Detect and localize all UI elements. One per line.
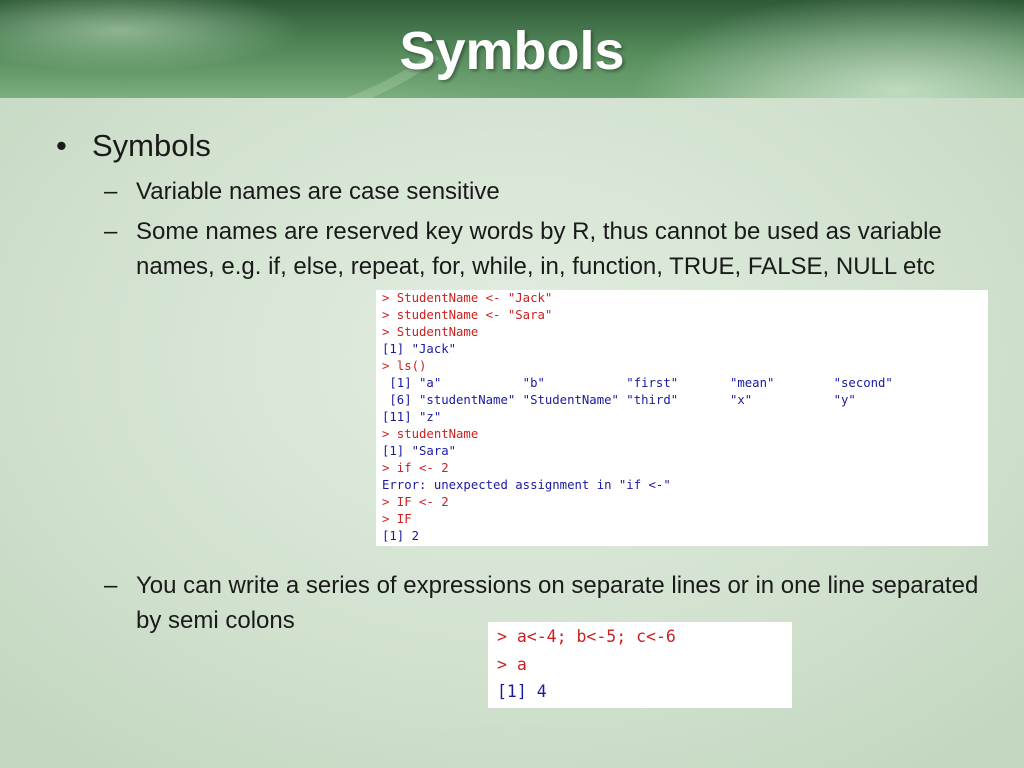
console-line: > IF xyxy=(382,512,412,526)
bullet-dot-icon: • xyxy=(56,128,67,163)
slide-header: Symbols xyxy=(0,0,1024,98)
console-line: > StudentName <- "Jack" xyxy=(382,291,553,305)
r-console-screenshot-2: > a<-4; b<-5; c<-6 > a [1] 4 xyxy=(488,622,792,708)
console-line: [1] "Sara" xyxy=(382,444,457,458)
console-line: > if <- 2 xyxy=(382,461,449,475)
bullet-text: Symbols xyxy=(92,128,211,163)
console-line: [1] "Jack" xyxy=(382,342,457,356)
console-line: > studentName <- "Sara" xyxy=(382,308,553,322)
slide-title: Symbols xyxy=(399,21,625,81)
console-line: > a<-4; b<-5; c<-6 xyxy=(497,627,676,646)
console-line: [1] 2 xyxy=(382,529,420,543)
r-console-screenshot-1: > StudentName <- "Jack" > studentName <- … xyxy=(376,290,988,546)
console-line: [6] "studentName" "StudentName" "third" … xyxy=(382,393,856,407)
console-line: Error: unexpected assignment in "if <-" xyxy=(382,478,671,492)
sub-item-text: Some names are reserved key words by R, … xyxy=(136,218,942,280)
console-line: > IF <- 2 xyxy=(382,495,449,509)
console-line: > a xyxy=(497,654,527,674)
sub-item-text: Variable names are case sensitive xyxy=(136,178,500,205)
console-line: [11] "z" xyxy=(382,410,442,424)
dash-icon: – xyxy=(104,178,118,205)
console-line: [1] "a" "b" "first" "mean" "second" xyxy=(382,376,893,390)
console-line: > studentName xyxy=(382,427,479,441)
console-line: > ls() xyxy=(382,359,427,373)
console-line: > StudentName xyxy=(382,325,479,339)
console-line: [1] 4 xyxy=(497,682,547,701)
dash-icon: – xyxy=(104,218,118,245)
dash-icon: – xyxy=(104,572,118,599)
